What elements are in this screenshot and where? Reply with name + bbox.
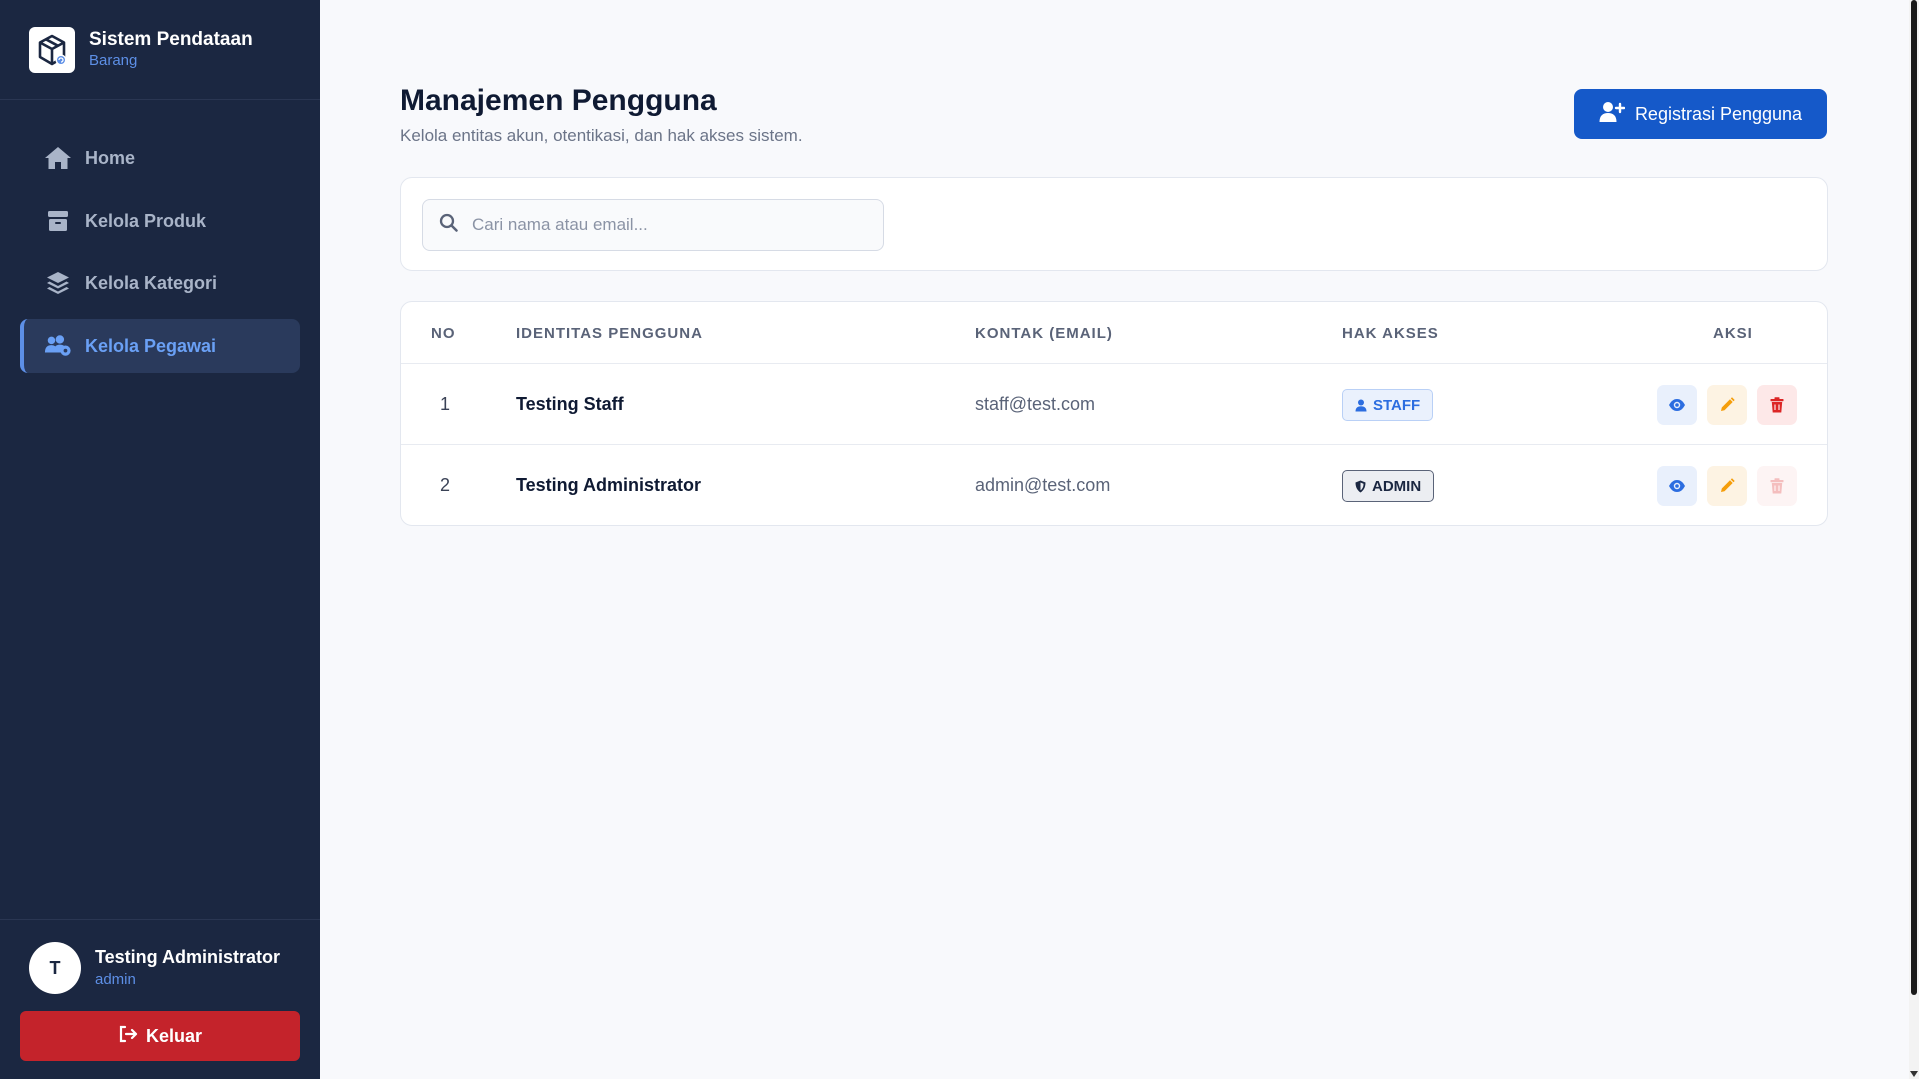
user-name-cell: Testing Administrator <box>516 475 702 495</box>
page-scrollbar[interactable] <box>1909 0 1919 1079</box>
table-row: 1 Testing Staff staff@test.com STAFF <box>401 364 1827 445</box>
scroll-down-arrow-icon[interactable] <box>1910 1071 1918 1077</box>
register-user-button[interactable]: Registrasi Pengguna <box>1574 89 1827 139</box>
page-title: Manajemen Pengguna <box>400 84 717 117</box>
sidebar-item-kelola-pegawai[interactable]: Kelola Pegawai <box>20 319 300 373</box>
role-badge: STAFF <box>1342 389 1434 421</box>
table-header: NO IDENTITAS PENGGUNA KONTAK (EMAIL) HAK… <box>401 302 1827 364</box>
brand-title: Sistem Pendataan <box>89 29 253 50</box>
user-icon <box>1355 399 1367 412</box>
home-icon <box>44 144 72 172</box>
search-box[interactable] <box>422 199 884 251</box>
user-plus-icon <box>1599 101 1626 128</box>
view-button[interactable] <box>1657 385 1697 425</box>
pencil-icon <box>1721 478 1735 492</box>
search-card <box>400 177 1828 271</box>
sidebar-item-label: Kelola Kategori <box>85 272 218 293</box>
sidebar-item-home[interactable]: Home <box>20 131 300 185</box>
column-header-email: KONTAK (EMAIL) <box>975 325 1113 342</box>
search-input[interactable] <box>472 215 852 235</box>
layers-icon <box>44 269 72 297</box>
logout-button[interactable]: Keluar <box>20 1011 300 1061</box>
eye-icon <box>1669 480 1685 492</box>
user-profile: T Testing Administrator admin Keluar <box>0 919 320 1079</box>
role-badge: ADMIN <box>1342 470 1435 502</box>
shield-icon <box>1355 480 1366 493</box>
column-header-identity: IDENTITAS PENGGUNA <box>516 325 703 342</box>
user-email-cell: admin@test.com <box>975 475 1111 495</box>
sidebar: Sistem Pendataan Barang Home Kelola Prod… <box>0 0 320 1079</box>
column-header-actions: AKSI <box>1713 325 1753 342</box>
sidebar-item-kelola-produk[interactable]: Kelola Produk <box>20 194 300 248</box>
brand: Sistem Pendataan Barang <box>0 0 320 100</box>
user-name-cell: Testing Staff <box>516 394 624 414</box>
role-label: ADMIN <box>1372 477 1422 495</box>
box-icon <box>44 207 72 235</box>
view-button[interactable] <box>1657 466 1697 506</box>
logout-label: Keluar <box>145 1025 203 1046</box>
sidebar-item-label: Kelola Pegawai <box>85 335 217 356</box>
cube-logo-icon <box>29 27 75 73</box>
delete-button-disabled <box>1757 466 1797 506</box>
avatar: T <box>29 942 81 994</box>
sidebar-item-label: Home <box>85 147 136 168</box>
sidebar-item-kelola-kategori[interactable]: Kelola Kategori <box>20 256 300 310</box>
page-subtitle: Kelola entitas akun, otentikasi, dan hak… <box>400 126 803 145</box>
edit-button[interactable] <box>1707 466 1747 506</box>
sidebar-item-label: Kelola Produk <box>85 210 207 231</box>
row-number: 2 <box>440 475 451 495</box>
user-email-cell: staff@test.com <box>975 394 1095 414</box>
user-role: admin <box>95 971 136 988</box>
eye-icon <box>1669 399 1685 411</box>
trash-icon <box>1770 397 1784 413</box>
register-user-label: Registrasi Pengguna <box>1634 103 1803 124</box>
delete-button[interactable] <box>1757 385 1797 425</box>
user-name: Testing Administrator <box>95 947 281 967</box>
role-label: STAFF <box>1373 396 1421 414</box>
row-number: 1 <box>440 394 451 414</box>
pencil-icon <box>1721 397 1735 411</box>
trash-icon <box>1770 478 1784 494</box>
logout-icon <box>118 1025 138 1048</box>
scrollbar-thumb[interactable] <box>1911 0 1917 995</box>
edit-button[interactable] <box>1707 385 1747 425</box>
brand-subtitle: Barang <box>89 52 138 69</box>
users-gear-icon <box>44 332 72 360</box>
table-row: 2 Testing Administrator admin@test.com A… <box>401 445 1827 525</box>
column-header-no: NO <box>431 325 456 342</box>
column-header-access: HAK AKSES <box>1342 325 1439 342</box>
users-table: NO IDENTITAS PENGGUNA KONTAK (EMAIL) HAK… <box>400 301 1828 526</box>
search-icon <box>439 213 458 237</box>
